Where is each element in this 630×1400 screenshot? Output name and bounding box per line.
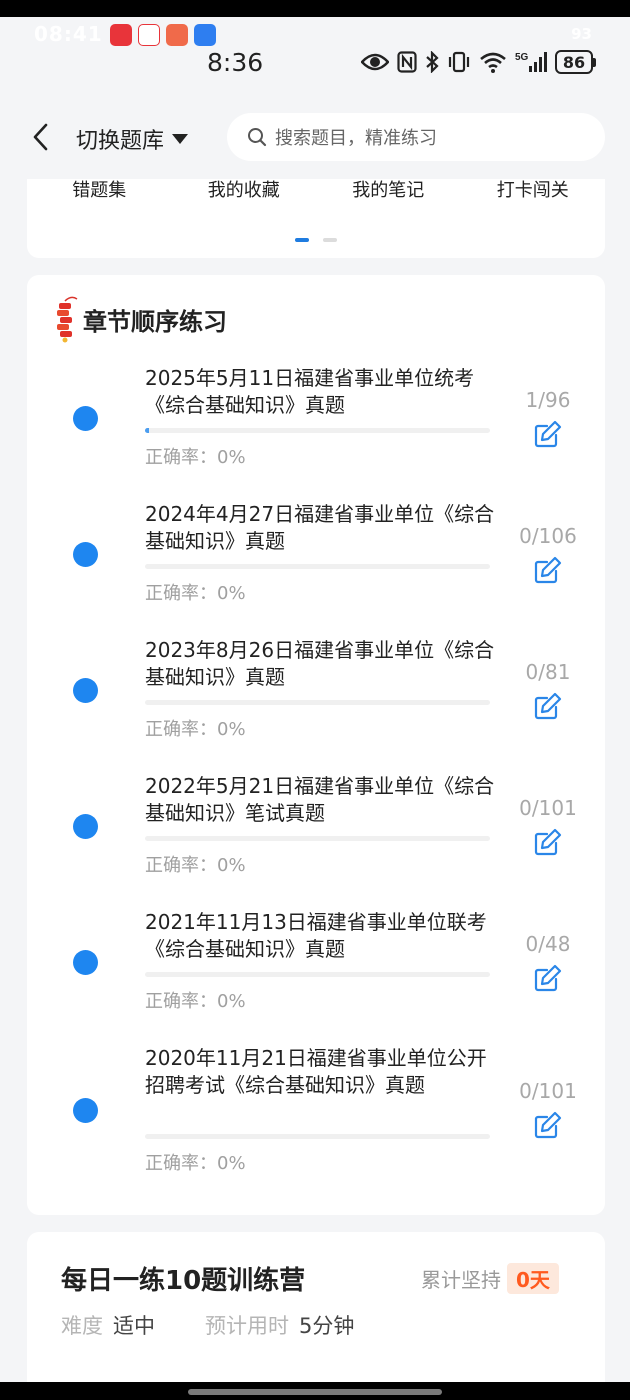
chapter-bullet [73, 950, 98, 975]
battery-icon: 86 [555, 50, 596, 74]
difficulty-label: 难度 [61, 1314, 103, 1338]
chapter-accuracy: 正确率：0% [145, 583, 246, 604]
chapter-progress-bar [145, 700, 490, 705]
chapter-accuracy: 正确率：0% [145, 855, 246, 876]
ghost-battery: 93 [571, 25, 592, 43]
difficulty-value: 适中 [113, 1314, 155, 1338]
chapter-title: 2023年8月26日福建省事业单位《综合基础知识》真题 [145, 638, 495, 689]
eye-icon [361, 53, 389, 71]
time-label: 预计用时 [205, 1314, 289, 1338]
edit-icon[interactable] [533, 827, 563, 857]
header: 切换题库 搜索题目，精准练习 [0, 97, 630, 179]
chapter-practice-card: 章节顺序练习 2025年5月11日福建省事业单位统考《综合基础知识》真题 正确率… [27, 275, 605, 1215]
chapter-count: 0/101 [519, 1079, 577, 1103]
app-icon [166, 24, 188, 46]
switch-library-dropdown[interactable]: 切换题库 [76, 123, 189, 155]
app-icon [138, 24, 160, 46]
streak-label: 累计坚持 [421, 1268, 501, 1292]
chapter-bullet [73, 542, 98, 567]
page-dot [323, 238, 337, 242]
section-title: 章节顺序练习 [83, 307, 227, 336]
vibrate-icon [448, 51, 470, 73]
camp-title: 每日一练10题训练营 [61, 1266, 306, 1296]
chapter-count: 0/106 [519, 524, 577, 548]
signal-icon: 5G [515, 52, 547, 72]
edit-icon[interactable] [533, 555, 563, 585]
chapter-accuracy: 正确率：0% [145, 1153, 246, 1174]
time-value: 5分钟 [299, 1314, 355, 1338]
nav-notes[interactable]: 我的笔记 [316, 176, 461, 202]
chapter-bullet [73, 814, 98, 839]
page-dot-active [295, 238, 309, 242]
chapter-progress-fill [145, 428, 149, 433]
chapter-title: 2021年11月13日福建省事业单位联考《综合基础知识》真题 [145, 910, 487, 961]
edit-icon[interactable] [533, 1110, 563, 1140]
chapter-progress-bar [145, 1134, 490, 1139]
chapter-bullet [73, 406, 98, 431]
app-icon [110, 24, 132, 46]
ghost-time: 08:41 [34, 22, 103, 46]
chapter-bullet [73, 678, 98, 703]
chapter-title: 2024年4月27日福建省事业单位《综合基础知识》真题 [145, 502, 495, 553]
chapter-progress-bar [145, 836, 490, 841]
top-black-bar [0, 0, 630, 17]
chapter-title: 2025年5月11日福建省事业单位统考《综合基础知识》真题 [145, 366, 475, 417]
chapter-title: 2022年5月21日福建省事业单位《综合基础知识》笔试真题 [145, 774, 495, 825]
chapter-count: 0/81 [525, 660, 571, 684]
status-icons: 5G 86 [361, 50, 596, 74]
chapter-count: 0/48 [525, 932, 571, 956]
chapter-title: 2020年11月21日福建省事业单位公开招聘考试《综合基础知识》真题 [145, 1046, 487, 1097]
home-indicator[interactable] [188, 1389, 442, 1395]
app-icon [194, 24, 216, 46]
app-notification-icons [110, 24, 216, 46]
training-camp-card[interactable]: 每日一练10题训练营 累计坚持 0天 难度 适中 预计用时 5分钟 [27, 1232, 605, 1382]
chapter-progress-bar [145, 564, 490, 569]
switch-library-label: 切换题库 [76, 129, 165, 154]
search-placeholder: 搜索题目，精准练习 [275, 128, 437, 149]
edit-icon[interactable] [533, 419, 563, 449]
chapter-progress-bar [145, 972, 490, 977]
firecracker-icon [57, 296, 78, 343]
caret-down-icon [172, 134, 189, 144]
chapter-count: 1/96 [525, 388, 571, 412]
chapter-accuracy: 正确率：0% [145, 991, 246, 1012]
page-indicator [295, 238, 337, 242]
bluetooth-icon [426, 51, 439, 73]
streak-badge: 0天 [507, 1263, 559, 1294]
search-icon [248, 128, 267, 147]
section-header: 章节顺序练习 [53, 295, 227, 343]
nav-wrong-questions[interactable]: 错题集 [27, 176, 172, 202]
back-button[interactable] [26, 121, 54, 153]
camp-streak: 累计坚持 0天 [421, 1263, 559, 1294]
chapter-accuracy: 正确率：0% [145, 719, 246, 740]
chapter-bullet [73, 1098, 98, 1123]
svg-text:5G: 5G [515, 52, 529, 63]
edit-icon[interactable] [533, 691, 563, 721]
search-bar[interactable]: 搜索题目，精准练习 [227, 113, 605, 161]
nav-favorites[interactable]: 我的收藏 [172, 176, 317, 202]
chevron-left-icon [33, 123, 48, 151]
chapter-progress-bar [145, 428, 490, 433]
status-time: 8:36 [207, 48, 264, 77]
chapter-accuracy: 正确率：0% [145, 447, 246, 468]
status-ghost-layer: 08:41 93 [0, 19, 630, 49]
chapter-count: 0/101 [519, 796, 577, 820]
nav-checkin[interactable]: 打卡闯关 [461, 176, 606, 202]
battery-level: 86 [555, 50, 593, 74]
status-bar: 08:41 93 8:36 5G 86 [0, 17, 630, 97]
nfc-icon [397, 51, 417, 73]
camp-meta: 难度 适中 预计用时 5分钟 [61, 1310, 354, 1340]
edit-icon[interactable] [533, 963, 563, 993]
wifi-icon [480, 52, 506, 73]
quick-nav: 错题集 我的收藏 我的笔记 打卡闯关 [27, 176, 605, 202]
